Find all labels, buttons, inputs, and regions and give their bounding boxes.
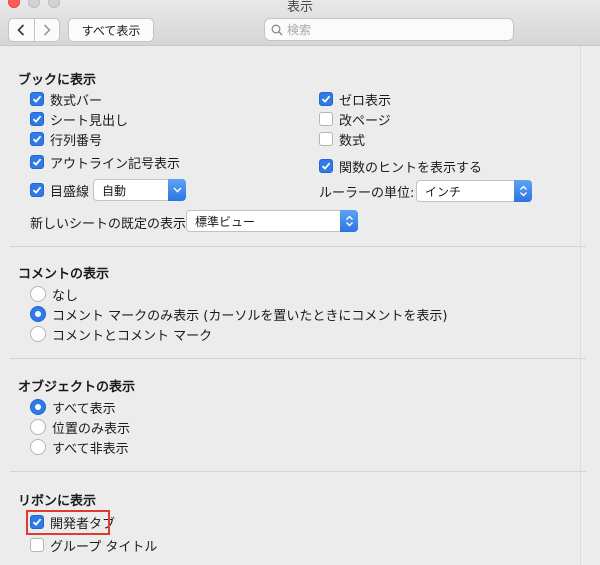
outline-symbols-label: アウトライン記号表示 (50, 156, 181, 172)
checkmark-icon (32, 186, 42, 194)
window-title: 表示 (286, 0, 313, 15)
outline-symbols-checkbox[interactable]: アウトライン記号表示 (30, 153, 181, 172)
checkmark-icon (32, 158, 42, 166)
ruler-units-value: インチ (425, 184, 462, 199)
comments-none-label: なし (52, 288, 79, 304)
formulas-checkbox[interactable]: 数式 (319, 130, 366, 149)
checkmark-icon (321, 95, 331, 103)
gridlines-color-select[interactable]: 自動 (93, 179, 186, 201)
developer-tab-highlight (26, 510, 110, 535)
default-view-select[interactable]: 標準ビュー (186, 210, 358, 232)
section-title-book: ブックに表示 (18, 73, 97, 88)
chevron-left-icon (17, 24, 25, 36)
checkbox-box[interactable] (30, 538, 44, 552)
checkbox-box[interactable] (319, 92, 333, 106)
objects-hide-all-label: すべて非表示 (52, 441, 129, 457)
comments-indicators-only-radio[interactable]: コメント マークのみ表示 (カーソルを置いたときにコメントを表示) (30, 305, 448, 324)
title-bar: 表示 すべて表示 (0, 0, 600, 46)
preferences-window: 表示 すべて表示 ブックに表示 数式バー シート見出し 行列番号 アウトライン記… (0, 0, 600, 565)
checkmark-icon (32, 135, 42, 143)
gridlines-color-value: 自動 (102, 183, 127, 198)
section-divider (10, 358, 586, 359)
formulas-label: 数式 (339, 133, 366, 149)
radio-dot-icon (35, 404, 41, 410)
ruler-units-label: ルーラーの単位: (319, 186, 415, 201)
gridlines-checkbox[interactable]: 目盛線 (30, 181, 90, 200)
checkbox-box[interactable] (30, 112, 44, 126)
checkbox-box[interactable] (319, 112, 333, 126)
back-forward-group (8, 18, 60, 42)
checkbox-box[interactable] (319, 159, 333, 173)
row-col-headers-label: 行列番号 (50, 133, 103, 149)
checkmark-icon (32, 95, 42, 103)
objects-placeholders-radio[interactable]: 位置のみ表示 (30, 418, 131, 437)
checkbox-box[interactable] (30, 132, 44, 146)
ruler-units-select[interactable]: インチ (416, 180, 532, 202)
checkbox-box[interactable] (30, 183, 44, 197)
radio-circle[interactable] (30, 306, 46, 322)
section-title-ribbon: リボンに表示 (18, 494, 97, 509)
radio-circle[interactable] (30, 399, 46, 415)
window-edge (580, 46, 600, 565)
checkbox-box[interactable] (30, 92, 44, 106)
comments-and-indicators-radio[interactable]: コメントとコメント マーク (30, 325, 213, 344)
sheet-headers-label: シート見出し (50, 113, 129, 129)
forward-button[interactable] (33, 19, 60, 41)
chevron-down-icon (172, 187, 182, 193)
radio-dot-icon (35, 311, 41, 317)
up-down-arrows-icon (519, 185, 527, 197)
checkmark-icon (321, 162, 331, 170)
function-hints-label: 関数のヒントを表示する (339, 160, 483, 176)
dropdown-arrow[interactable] (168, 179, 186, 201)
radio-circle[interactable] (30, 286, 46, 302)
show-all-button[interactable]: すべて表示 (68, 18, 154, 42)
radio-circle[interactable] (30, 419, 46, 435)
dropdown-arrow[interactable] (340, 210, 358, 232)
default-view-label: 新しいシートの既定の表示: (30, 217, 191, 232)
section-divider (10, 471, 586, 472)
radio-circle[interactable] (30, 326, 46, 342)
objects-show-all-label: すべて表示 (52, 401, 116, 417)
chevron-right-icon (43, 24, 51, 36)
zero-values-checkbox[interactable]: ゼロ表示 (319, 90, 392, 109)
search-icon (271, 24, 283, 35)
function-hints-checkbox[interactable]: 関数のヒントを表示する (319, 157, 483, 176)
back-button[interactable] (9, 19, 34, 41)
row-col-headers-checkbox[interactable]: 行列番号 (30, 130, 103, 149)
comments-none-radio[interactable]: なし (30, 285, 79, 304)
checkbox-box[interactable] (319, 132, 333, 146)
search-field[interactable] (264, 18, 514, 41)
group-titles-checkbox[interactable]: グループ タイトル (30, 536, 158, 555)
radio-circle[interactable] (30, 439, 46, 455)
sheet-headers-checkbox[interactable]: シート見出し (30, 110, 129, 129)
formula-bar-checkbox[interactable]: 数式バー (30, 90, 103, 109)
objects-show-all-radio[interactable]: すべて表示 (30, 398, 116, 417)
search-input[interactable] (287, 22, 497, 37)
zero-values-label: ゼロ表示 (339, 93, 392, 109)
comments-indicators-only-label: コメント マークのみ表示 (カーソルを置いたときにコメントを表示) (52, 308, 448, 324)
checkmark-icon (32, 115, 42, 123)
comments-and-indicators-label: コメントとコメント マーク (52, 328, 213, 344)
objects-hide-all-radio[interactable]: すべて非表示 (30, 438, 129, 457)
checkbox-box[interactable] (30, 155, 44, 169)
section-title-objects: オブジェクトの表示 (18, 380, 136, 395)
objects-placeholders-label: 位置のみ表示 (52, 421, 131, 437)
formula-bar-label: 数式バー (50, 93, 103, 109)
page-breaks-label: 改ページ (339, 113, 391, 129)
section-title-comments: コメントの表示 (18, 267, 110, 282)
up-down-arrows-icon (345, 215, 353, 227)
section-divider (10, 246, 586, 247)
page-breaks-checkbox[interactable]: 改ページ (319, 110, 391, 129)
group-titles-label: グループ タイトル (50, 539, 158, 555)
gridlines-label: 目盛線 (50, 184, 90, 200)
dropdown-arrow[interactable] (514, 180, 532, 202)
default-view-value: 標準ビュー (195, 214, 256, 229)
